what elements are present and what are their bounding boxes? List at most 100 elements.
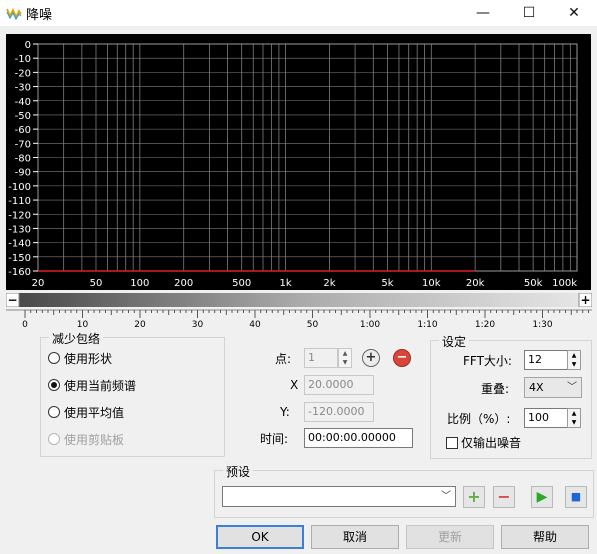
remove-preset-button[interactable]: − bbox=[493, 486, 515, 508]
x-field[interactable]: 20.0000 bbox=[304, 375, 374, 395]
point-spinner[interactable]: ▲ ▼ bbox=[338, 348, 352, 368]
timeline-ruler[interactable]: 0 10 20 30 40 50 1:00 1:10 1:20 1:30 bbox=[6, 308, 592, 332]
x-tick-label: 20 bbox=[32, 278, 45, 289]
time-label: 时间: bbox=[260, 432, 289, 446]
ratio-field[interactable]: 100 bbox=[524, 408, 568, 428]
radio-circle[interactable] bbox=[48, 379, 60, 391]
reduce-envelope-title: 减少包络 bbox=[49, 330, 104, 347]
x-tick-label: 500 bbox=[232, 278, 251, 289]
stop-icon: ■ bbox=[570, 490, 582, 503]
timeline-label: 50 bbox=[307, 320, 319, 330]
timeline-label: 1:00 bbox=[360, 320, 380, 330]
y-tick-label: -120 bbox=[8, 210, 31, 221]
close-button[interactable]: ✕ bbox=[551, 0, 597, 26]
radio-circle bbox=[48, 433, 60, 445]
timeline-label: 10 bbox=[77, 320, 89, 330]
y-tick-label: -50 bbox=[15, 111, 31, 122]
radio-label: 使用剪贴板 bbox=[64, 432, 125, 447]
overlap-label: 重叠: bbox=[481, 382, 510, 396]
y-tick-label: -100 bbox=[8, 182, 31, 193]
help-button[interactable]: 帮助 bbox=[501, 525, 589, 549]
play-icon: ▶ bbox=[536, 489, 548, 505]
add-point-icon[interactable]: + bbox=[362, 349, 380, 367]
x-tick-label: 10k bbox=[422, 278, 441, 289]
timeline-label: 0 bbox=[22, 320, 28, 330]
ratio-label: 比例（%）: bbox=[447, 412, 511, 426]
add-preset-button[interactable]: + bbox=[463, 486, 485, 508]
radio-use-average[interactable]: 使用平均值 bbox=[48, 403, 124, 421]
y-tick-label: -60 bbox=[15, 125, 31, 136]
y-tick-label: -90 bbox=[15, 168, 31, 179]
timeline-label: 1:20 bbox=[475, 320, 495, 330]
minimize-button[interactable]: — bbox=[460, 0, 506, 26]
y-tick-label: -10 bbox=[15, 54, 31, 65]
fft-spinner[interactable]: ▲ ▼ bbox=[567, 350, 581, 370]
y-tick-label: -80 bbox=[15, 154, 31, 165]
noise-only-toggle[interactable]: 仅输出噪音 bbox=[446, 434, 521, 451]
x-tick-label: 20k bbox=[466, 278, 485, 289]
radio-label: 使用当前频谱 bbox=[64, 378, 137, 393]
plus-icon: + bbox=[467, 487, 481, 506]
zoom-bar[interactable]: − + bbox=[6, 293, 592, 307]
chevron-down-icon: ﹀ bbox=[567, 382, 577, 393]
y-tick-label: -20 bbox=[15, 68, 31, 79]
settings-title: 设定 bbox=[439, 333, 470, 350]
radio-label: 使用形状 bbox=[64, 351, 113, 366]
ok-button[interactable]: OK bbox=[216, 525, 304, 549]
x-tick-label: 2k bbox=[323, 278, 335, 289]
radio-circle[interactable] bbox=[48, 352, 60, 364]
overlap-select[interactable]: 4X ﹀ bbox=[524, 377, 582, 398]
point-field[interactable]: 1 bbox=[304, 348, 338, 368]
ratio-spinner[interactable]: ▲ ▼ bbox=[567, 408, 581, 428]
minus-icon: − bbox=[497, 487, 511, 506]
radio-use-clipboard: 使用剪贴板 bbox=[48, 430, 124, 448]
waveform-icon bbox=[6, 7, 22, 20]
zoom-out-icon: − bbox=[7, 293, 17, 307]
radio-label: 使用平均值 bbox=[64, 405, 125, 420]
stop-button[interactable]: ■ bbox=[565, 486, 587, 508]
y-tick-label: -40 bbox=[15, 97, 31, 108]
y-tick-label: -140 bbox=[8, 239, 31, 250]
x-tick-label: 5k bbox=[381, 278, 393, 289]
point-label: 点: bbox=[275, 352, 292, 366]
y-tick-label: -160 bbox=[8, 267, 31, 278]
timeline-ticks: 0 10 20 30 40 50 1:00 1:10 1:20 1:30 bbox=[6, 309, 592, 330]
x-tick-label: 50 bbox=[90, 278, 103, 289]
spectrum-graph[interactable]: 0 -10 -20 -30 -40 -50 -60 -70 -80 -90 -100 -110 -120… bbox=[0, 28, 597, 292]
noise-only-label: 仅输出噪音 bbox=[461, 436, 522, 450]
remove-point-icon[interactable]: − bbox=[393, 349, 411, 367]
play-button[interactable]: ▶ bbox=[531, 486, 553, 508]
noise-only-checkbox[interactable] bbox=[446, 436, 458, 449]
fft-label: FFT大小: bbox=[463, 354, 512, 368]
window-title: 降噪 bbox=[26, 8, 53, 23]
fft-field[interactable]: 12 bbox=[524, 350, 568, 370]
maximize-button[interactable]: ☐ bbox=[506, 0, 552, 26]
radio-use-shape[interactable]: 使用形状 bbox=[48, 349, 112, 367]
y-tick-label: -30 bbox=[15, 83, 31, 94]
y-label: Y: bbox=[280, 405, 290, 419]
y-tick-label: -70 bbox=[15, 139, 31, 150]
overlap-value: 4X bbox=[529, 381, 544, 394]
y-field[interactable]: -120.0000 bbox=[304, 402, 374, 422]
x-tick-label: 100 bbox=[130, 278, 149, 289]
x-tick-label: 100k bbox=[552, 278, 577, 289]
zoom-in-icon: + bbox=[580, 293, 590, 307]
chevron-down-icon: ﹀ bbox=[441, 491, 451, 502]
preset-title: 预设 bbox=[223, 463, 254, 480]
time-field[interactable]: 00:00:00.00000 bbox=[304, 428, 413, 448]
x-tick-label: 200 bbox=[174, 278, 193, 289]
radio-use-current-spectrum[interactable]: 使用当前频谱 bbox=[48, 376, 136, 394]
timeline-label: 30 bbox=[192, 320, 204, 330]
x-label: X bbox=[290, 378, 299, 392]
preset-select[interactable]: ﹀ bbox=[222, 486, 456, 507]
y-tick-label: 0 bbox=[25, 40, 31, 51]
y-tick-label: -130 bbox=[8, 224, 31, 235]
y-tick-label: -110 bbox=[8, 196, 31, 207]
x-tick-label: 1k bbox=[279, 278, 291, 289]
timeline-label: 20 bbox=[134, 320, 146, 330]
y-tick-label: -150 bbox=[8, 253, 31, 264]
radio-circle[interactable] bbox=[48, 406, 60, 418]
timeline-label: 1:10 bbox=[417, 320, 437, 330]
cancel-button[interactable]: 取消 bbox=[311, 525, 399, 549]
timeline-label: 1:30 bbox=[532, 320, 552, 330]
